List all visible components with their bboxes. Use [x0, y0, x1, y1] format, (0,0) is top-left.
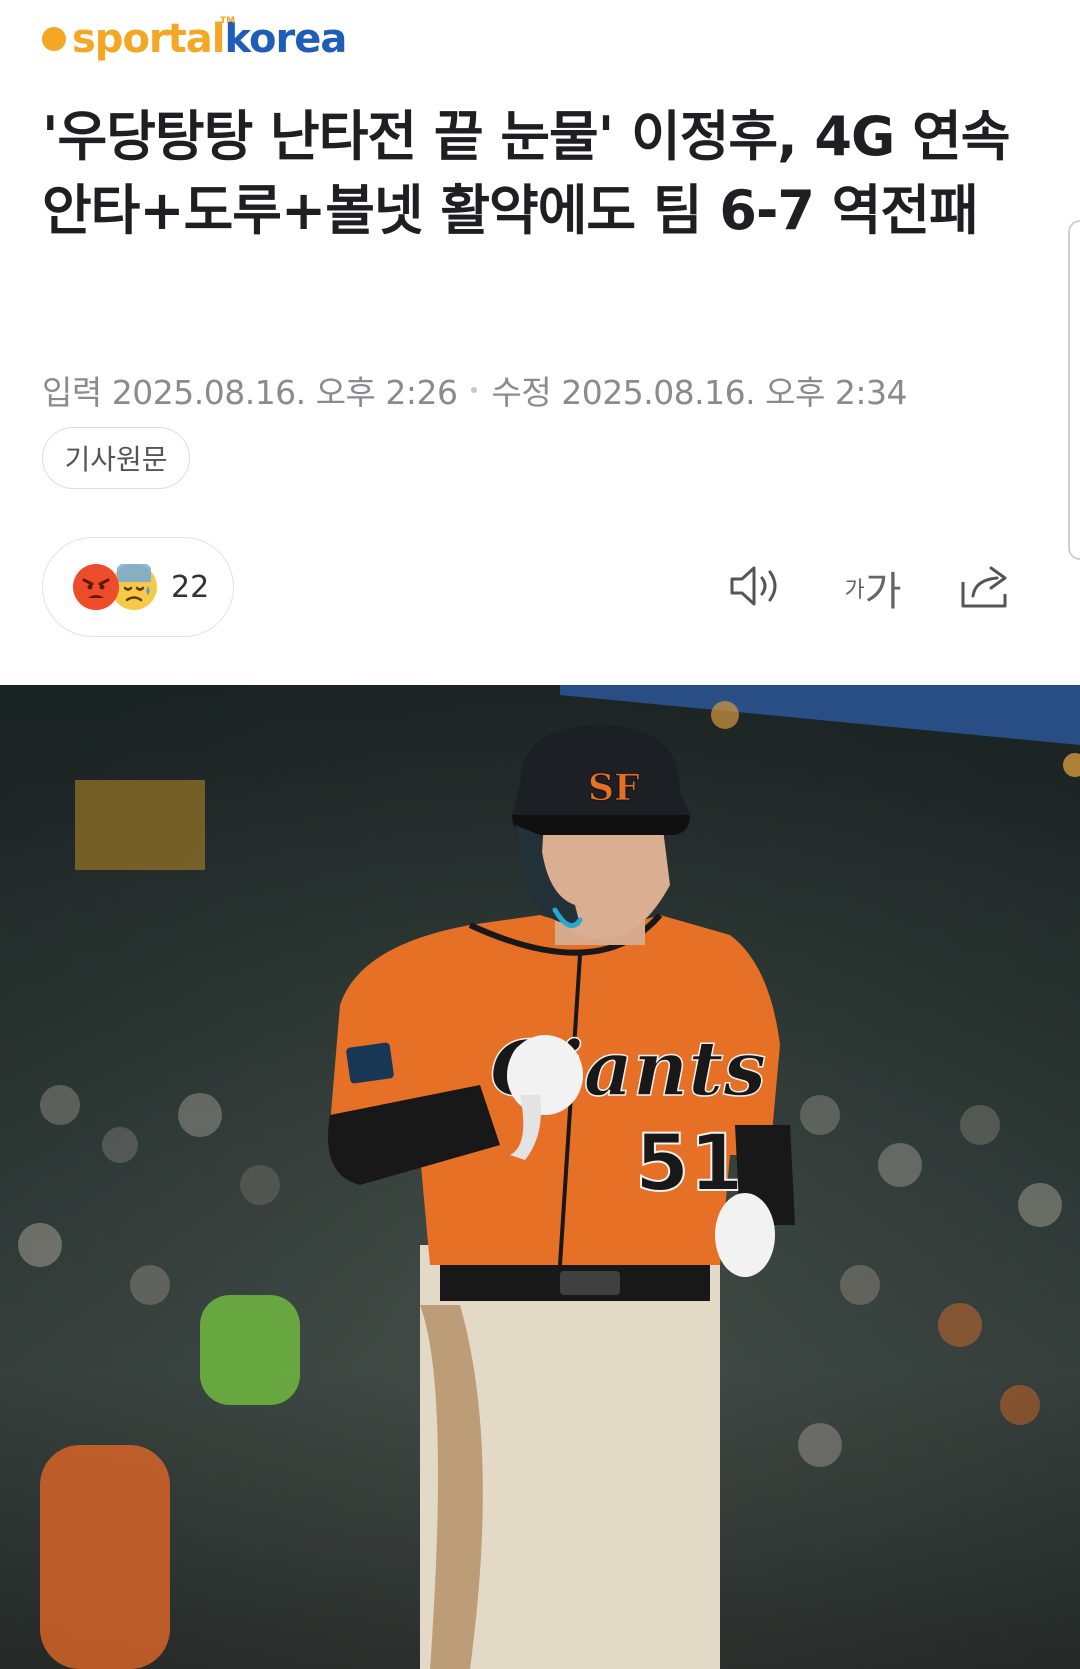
- font-size-icon-small: 가: [844, 578, 865, 603]
- original-article-button[interactable]: 기사원문: [42, 427, 190, 489]
- scroll-indicator[interactable]: [1068, 220, 1080, 560]
- logo-dot: [42, 27, 66, 51]
- angry-emoji-icon: [73, 564, 119, 610]
- published-label: 입력: [42, 373, 102, 412]
- font-size-icon-large: 가: [864, 569, 902, 615]
- published-time: 2025.08.16. 오후 2:26: [111, 373, 458, 412]
- meta-separator: [471, 387, 478, 393]
- logo-trademark: TM: [220, 16, 236, 26]
- font-size-button[interactable]: 가 가: [838, 560, 908, 616]
- logo-text: sportalkorea: [72, 16, 347, 62]
- text-to-speech-button[interactable]: [726, 560, 786, 616]
- article-title: '우당탕탕 난타전 끝 눈물' 이정후, 4G 연속 안타+도루+볼넷 활약에도…: [42, 105, 1010, 242]
- speaker-icon: [728, 563, 784, 613]
- article-photo: Giants 51 SF: [0, 685, 1080, 1669]
- reaction-count: 22: [171, 569, 210, 605]
- share-button[interactable]: [958, 560, 1014, 616]
- site-logo[interactable]: sportalkorea TM: [42, 14, 347, 64]
- share-icon: [959, 562, 1013, 614]
- reaction-button[interactable]: 22: [42, 537, 234, 637]
- article-timestamps: 입력 2025.08.16. 오후 2:26 수정 2025.08.16. 오후…: [42, 368, 907, 412]
- modified-label: 수정: [491, 373, 552, 412]
- modified-time: 2025.08.16. 오후 2:34: [561, 373, 907, 412]
